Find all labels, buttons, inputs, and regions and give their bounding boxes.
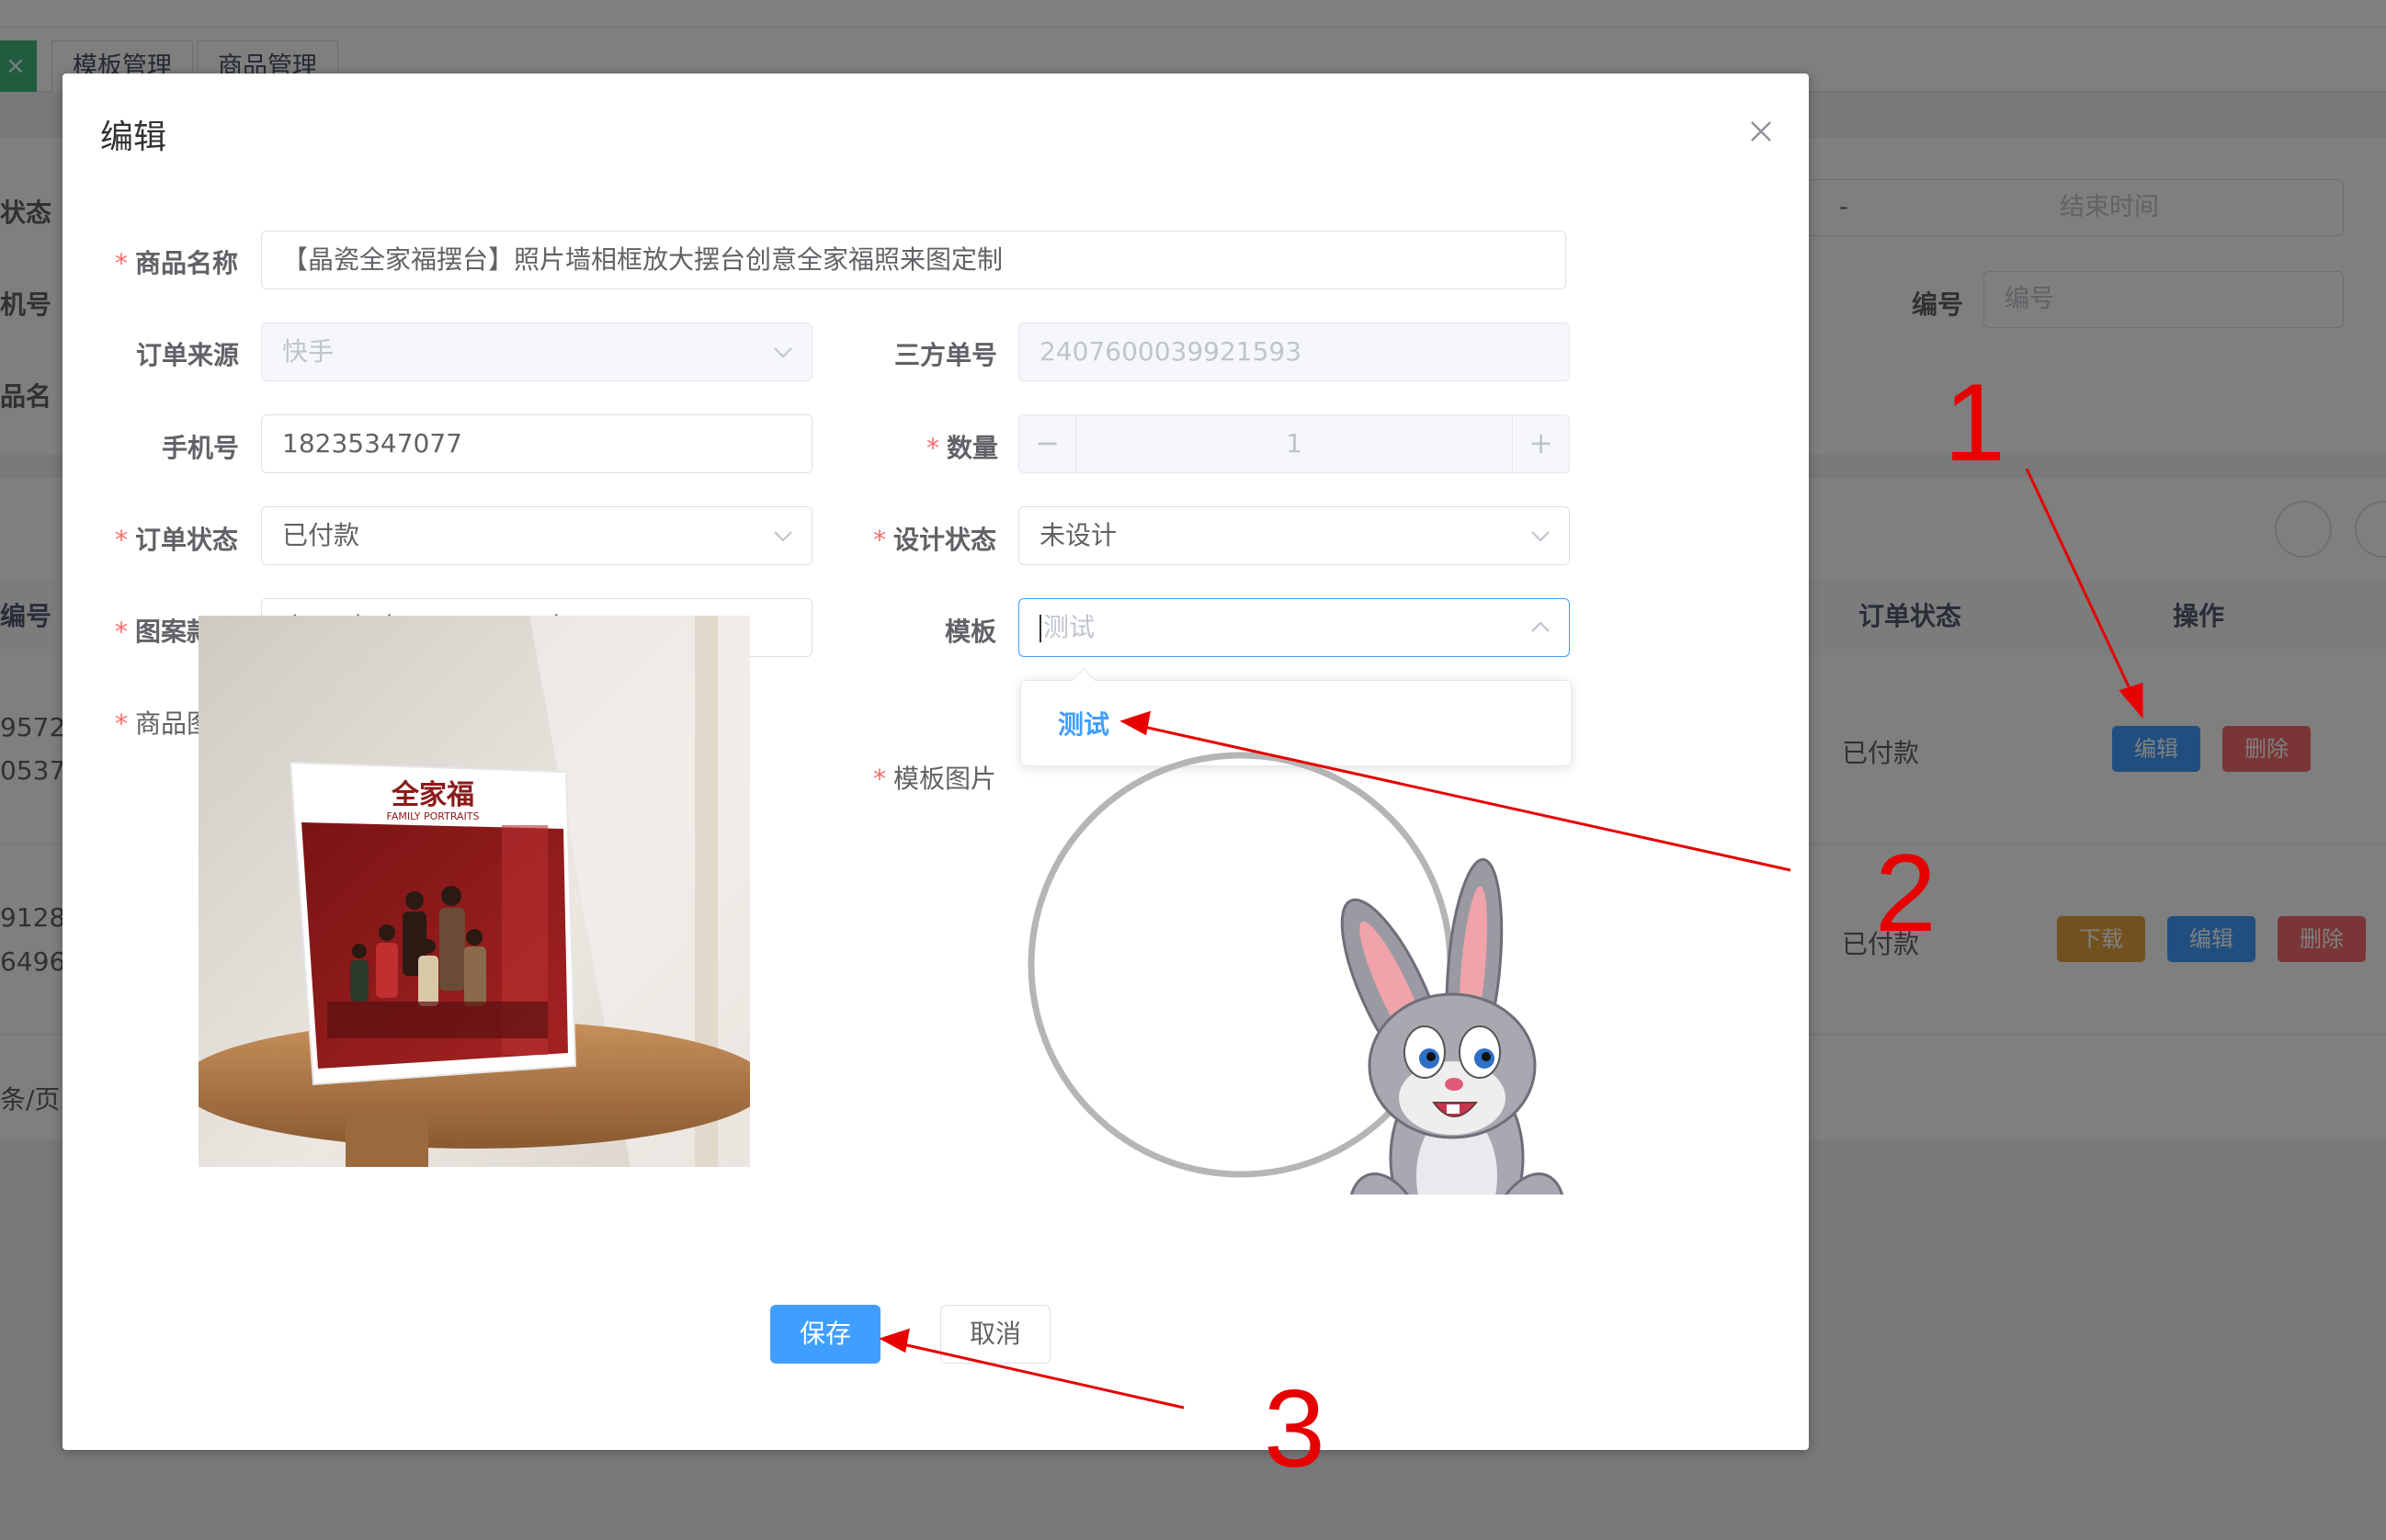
phone-label: 手机号 — [162, 433, 240, 463]
order-source-select[interactable]: 快手 — [261, 323, 812, 381]
order-status-label: * 订单状态 — [115, 525, 239, 555]
design-status-select[interactable]: 未设计 — [1018, 506, 1570, 565]
quantity-decrease-button[interactable]: − — [1019, 415, 1076, 472]
quantity-value: 1 — [1286, 428, 1302, 459]
design-status-label: * 设计状态 — [873, 525, 997, 555]
quantity-label: * 数量 — [926, 433, 999, 463]
third-party-no-label: 三方单号 — [894, 340, 998, 370]
product-name-label: * 商品名称 — [115, 248, 239, 278]
chevron-down-icon — [1531, 531, 1550, 542]
dialog-title: 编辑 — [100, 119, 167, 156]
chevron-up-icon — [1531, 621, 1550, 632]
product-name-input[interactable]: 【晶瓷全家福摆台】照片墙相框放大摆台创意全家福照来图定制 — [261, 231, 1566, 289]
chevron-down-icon — [774, 531, 792, 542]
template-placeholder: 测试 — [1043, 612, 1096, 642]
template-label: 模板 — [945, 617, 997, 647]
annotation-number-3: 3 — [1264, 1367, 1325, 1490]
cancel-button[interactable]: 取消 — [940, 1305, 1051, 1364]
annotation-number-2: 2 — [1875, 832, 1937, 955]
template-select[interactable]: 测试 — [1018, 598, 1570, 657]
product-photo-subtitle: FAMILY PORTRAITS — [387, 810, 480, 822]
close-icon[interactable] — [1744, 115, 1778, 148]
quantity-stepper[interactable]: − 1 + — [1018, 414, 1570, 473]
quantity-increase-button[interactable]: + — [1512, 415, 1569, 472]
template-image — [956, 680, 1581, 1290]
chevron-down-icon — [774, 347, 792, 358]
phone-input[interactable]: 18235347077 — [261, 414, 812, 473]
rabbit-illustration — [1340, 857, 1566, 1290]
order-source-label: 订单来源 — [136, 340, 240, 370]
third-party-no-input[interactable]: 2407600039921593 — [1018, 323, 1570, 381]
text-cursor — [1040, 615, 1041, 642]
annotation-number-1: 1 — [1944, 361, 2005, 484]
save-button[interactable]: 保存 — [770, 1305, 881, 1364]
order-status-select[interactable]: 已付款 — [261, 506, 812, 565]
product-photo-title: 全家福 — [391, 779, 474, 811]
product-image: 全家福 FAMILY PORTRAITS — [199, 616, 750, 1167]
